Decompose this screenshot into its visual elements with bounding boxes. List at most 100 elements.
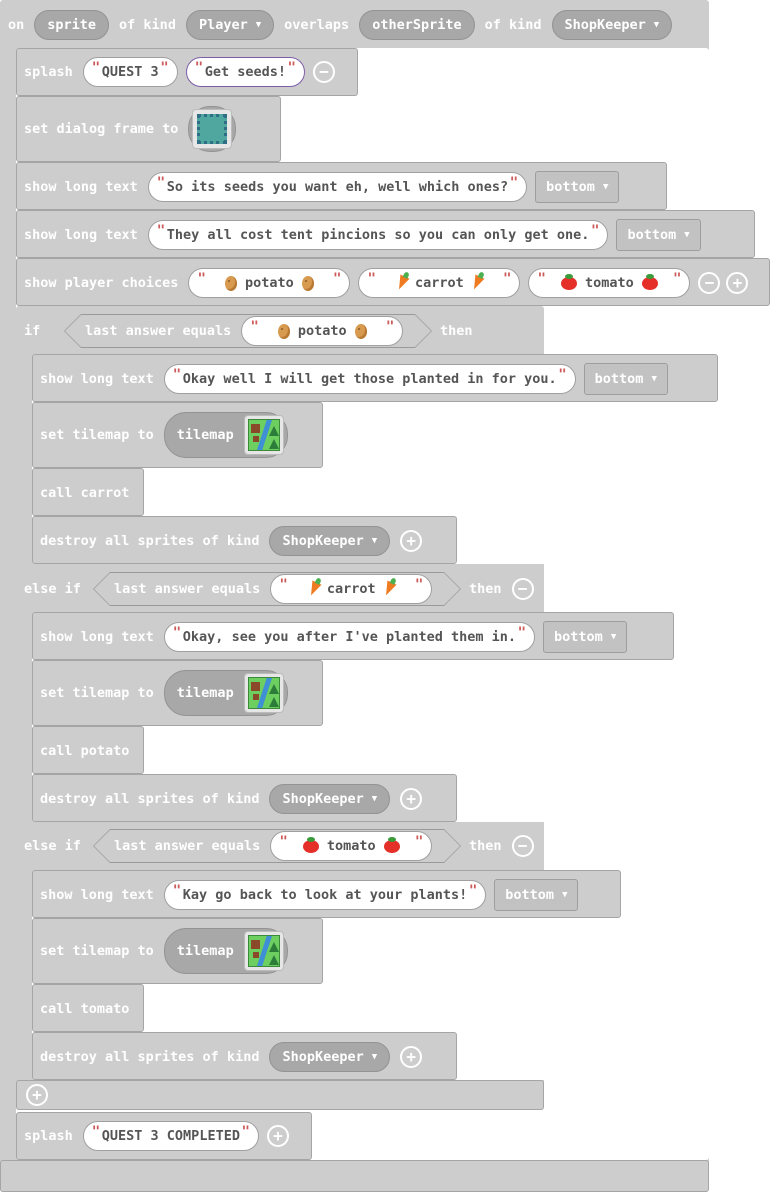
- potato-icon: [225, 275, 238, 291]
- carrot-icon: [381, 581, 396, 598]
- player-choices-row: show player choices " potato " " carrot " " t…: [24, 267, 754, 299]
- long-text-label: show long text: [40, 887, 154, 903]
- splash-subtitle-input[interactable]: " Get seeds! ": [185, 57, 305, 87]
- carrot-icon: [306, 581, 321, 598]
- sprite-variable[interactable]: sprite: [34, 10, 110, 40]
- plus-circle-icon[interactable]: +: [726, 272, 749, 294]
- long-text-value: They all cost tent pincions so you can o…: [166, 227, 590, 243]
- condition-last-answer[interactable]: last answer equals " tomato ": [93, 829, 461, 863]
- caret-down-icon: ▼: [602, 181, 609, 192]
- long-text-value: Kay go back to look at your plants!: [182, 887, 468, 903]
- condition-label: last answer equals: [85, 323, 232, 339]
- event-block-footer: [0, 1160, 709, 1192]
- destroy-label: destroy all sprites of kind: [40, 791, 260, 807]
- other-sprite-variable[interactable]: otherSprite: [359, 10, 475, 40]
- destroy-row: destroy all sprites of kind ShopKeeper ▼ …: [40, 783, 428, 815]
- caret-down-icon: ▼: [371, 793, 378, 804]
- tilemap-picker[interactable]: tilemap: [163, 670, 288, 716]
- kind-value: ShopKeeper: [282, 1049, 364, 1065]
- carrot-icon: [394, 274, 410, 292]
- minus-circle-icon[interactable]: −: [698, 272, 721, 294]
- position-value: bottom: [594, 371, 644, 387]
- dialog-frame-row: set dialog frame to: [24, 104, 237, 154]
- destroy-label: destroy all sprites of kind: [40, 1049, 260, 1065]
- if-row: if: [24, 314, 60, 348]
- position-dropdown[interactable]: bottom ▼: [616, 219, 701, 251]
- position-value: bottom: [505, 887, 555, 903]
- answer-input[interactable]: " carrot ": [270, 574, 432, 604]
- position-value: bottom: [546, 179, 595, 195]
- choice-text: potato: [245, 275, 294, 291]
- minus-circle-icon[interactable]: −: [511, 835, 534, 857]
- dialog-frame-label: set dialog frame to: [24, 121, 179, 137]
- choice-tomato-input[interactable]: " tomato ": [528, 268, 691, 298]
- position-dropdown[interactable]: bottom ▼: [543, 621, 628, 653]
- caret-down-icon: ▼: [371, 1051, 378, 1062]
- tilemap-icon: [243, 673, 284, 713]
- plus-circle-icon[interactable]: +: [26, 1084, 48, 1106]
- long-text-input[interactable]: " Kay go back to look at your plants! ": [163, 880, 487, 910]
- tilemap-picker[interactable]: tilemap: [163, 412, 288, 458]
- kind-value: Player: [198, 17, 248, 33]
- condition-label: last answer equals: [114, 581, 261, 597]
- plus-circle-icon[interactable]: +: [266, 1125, 289, 1147]
- long-text-input[interactable]: " Okay, see you after I've planted them i…: [163, 622, 536, 652]
- position-value: bottom: [627, 227, 677, 243]
- then-keyword: then: [469, 581, 502, 597]
- answer-input[interactable]: " potato ": [241, 316, 403, 346]
- if-block-footer: [16, 1080, 544, 1110]
- set-tilemap-label: set tilemap to: [40, 685, 154, 701]
- condition-label: last answer equals: [114, 838, 261, 854]
- dialog-frame-icon: [192, 109, 233, 149]
- then-row: then: [440, 314, 483, 348]
- kind-dropdown-shopkeeper[interactable]: ShopKeeper ▼: [269, 784, 391, 814]
- player-choices-label: show player choices: [24, 275, 179, 291]
- minus-circle-icon[interactable]: −: [511, 578, 534, 600]
- else-if-keyword: else if: [24, 838, 81, 854]
- long-text-value: Okay well I will get those planted in fo…: [182, 371, 557, 387]
- on-keyword: on: [8, 17, 25, 33]
- splash-label: splash: [24, 64, 73, 80]
- plus-circle-icon[interactable]: +: [400, 530, 423, 552]
- plus-circle-icon[interactable]: +: [400, 788, 423, 810]
- answer-input[interactable]: " tomato ": [270, 831, 432, 861]
- kind-dropdown-shopkeeper[interactable]: ShopKeeper ▼: [269, 526, 391, 556]
- potato-icon: [301, 275, 314, 291]
- choice-potato-input[interactable]: " potato ": [188, 268, 351, 298]
- overlaps-keyword: overlaps: [284, 17, 350, 33]
- if-footer-row: +: [26, 1084, 54, 1106]
- splash-row-2: splash " QUEST 3 COMPLETED " +: [24, 1121, 295, 1151]
- splash-title-input[interactable]: " QUEST 3 COMPLETED ": [82, 1121, 259, 1151]
- position-dropdown[interactable]: bottom ▼: [535, 171, 620, 203]
- splash-title-text: QUEST 3: [101, 64, 159, 80]
- dialog-frame-picker[interactable]: [188, 106, 237, 152]
- caret-down-icon: ▼: [255, 19, 262, 30]
- position-dropdown[interactable]: bottom ▼: [494, 879, 579, 911]
- condition-last-answer[interactable]: last answer equals " carrot ": [93, 572, 461, 606]
- kind-dropdown-shopkeeper[interactable]: ShopKeeper ▼: [551, 10, 673, 40]
- splash-title-input[interactable]: " QUEST 3 ": [82, 57, 178, 87]
- set-tilemap-label: set tilemap to: [40, 427, 154, 443]
- call-label: call potato: [40, 743, 130, 759]
- long-text-input[interactable]: " So its seeds you want eh, well which on…: [147, 172, 528, 202]
- long-text-row: show long text " Kay go back to look at y…: [40, 879, 588, 911]
- plus-circle-icon[interactable]: +: [400, 1046, 423, 1068]
- set-tilemap-row: set tilemap to tilemap: [40, 670, 288, 716]
- set-tilemap-row: set tilemap to tilemap: [40, 412, 288, 458]
- splash-row: splash " QUEST 3 " " Get seeds! " −: [24, 57, 341, 87]
- minus-circle-icon[interactable]: −: [312, 61, 335, 83]
- of-kind-keyword-2: of kind: [484, 17, 542, 33]
- long-text-input[interactable]: " Okay well I will get those planted in f…: [163, 364, 576, 394]
- carrot-icon: [469, 274, 485, 292]
- position-dropdown[interactable]: bottom ▼: [583, 363, 668, 395]
- tilemap-icon: [243, 415, 284, 455]
- long-text-input[interactable]: " They all cost tent pincions so you can …: [147, 220, 609, 250]
- elseif-row: else if: [24, 829, 91, 863]
- kind-dropdown-player[interactable]: Player ▼: [185, 10, 275, 40]
- call-row: call potato: [40, 735, 139, 767]
- answer-text: carrot: [326, 581, 376, 597]
- choice-carrot-input[interactable]: " carrot ": [358, 268, 521, 298]
- condition-last-answer[interactable]: last answer equals " potato ": [64, 314, 432, 348]
- kind-dropdown-shopkeeper[interactable]: ShopKeeper ▼: [269, 1042, 391, 1072]
- tilemap-picker[interactable]: tilemap: [163, 928, 288, 974]
